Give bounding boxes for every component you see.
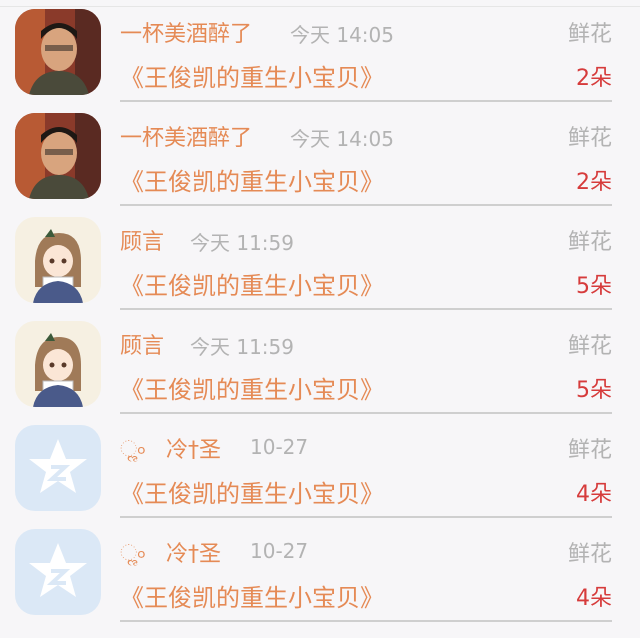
book-title[interactable]: 《王俊凯的重生小宝贝》 bbox=[120, 474, 384, 509]
gift-type-label: 鲜花 bbox=[567, 334, 612, 359]
timestamp: 今天 14:05 bbox=[290, 23, 394, 47]
sender-name[interactable]: 一杯美酒醉了 bbox=[120, 16, 252, 48]
sender-name[interactable]: 冷†圣 bbox=[166, 432, 221, 464]
avatar[interactable] bbox=[15, 217, 101, 303]
gift-count: 4朵 bbox=[576, 482, 612, 507]
avatar[interactable] bbox=[15, 425, 101, 511]
avatar[interactable] bbox=[15, 321, 101, 407]
timestamp: 今天 11:59 bbox=[190, 335, 294, 359]
timestamp: 今天 11:59 bbox=[190, 231, 294, 255]
book-title[interactable]: 《王俊凯的重生小宝贝》 bbox=[120, 370, 384, 405]
avatar[interactable] bbox=[15, 9, 101, 95]
anime-girl-icon bbox=[15, 321, 101, 407]
gift-count: 5朵 bbox=[576, 378, 612, 403]
list-item[interactable]: 一杯美酒醉了 今天 14:05 鲜花 《王俊凯的重生小宝贝》 2朵 bbox=[0, 104, 640, 208]
list-item[interactable]: 顾言 今天 11:59 鲜花 《王俊凯的重生小宝贝》 5朵 bbox=[0, 208, 640, 312]
gift-type-label: 鲜花 bbox=[567, 230, 612, 255]
avatar[interactable] bbox=[15, 529, 101, 615]
book-title[interactable]: 《王俊凯的重生小宝贝》 bbox=[120, 162, 384, 197]
sender-name[interactable]: 顾言 bbox=[120, 328, 164, 360]
divider bbox=[120, 412, 612, 414]
gift-type-label: 鲜花 bbox=[567, 22, 612, 47]
book-title[interactable]: 《王俊凯的重生小宝贝》 bbox=[120, 58, 384, 93]
qzone-star-icon bbox=[15, 425, 101, 511]
divider bbox=[120, 516, 612, 518]
list-item[interactable]: ૢ৹ 冷†圣 10-27 鲜花 《王俊凯的重生小宝贝》 4朵 bbox=[0, 416, 640, 520]
book-title[interactable]: 《王俊凯的重生小宝贝》 bbox=[120, 266, 384, 301]
list-item[interactable]: 一杯美酒醉了 今天 14:05 鲜花 《王俊凯的重生小宝贝》 2朵 bbox=[0, 0, 640, 104]
gift-count: 5朵 bbox=[576, 274, 612, 299]
gift-type-label: 鲜花 bbox=[567, 542, 612, 567]
name-decoration: ૢ৹ bbox=[120, 437, 147, 462]
timestamp: 今天 14:05 bbox=[290, 127, 394, 151]
avatar[interactable] bbox=[15, 113, 101, 199]
divider bbox=[120, 204, 612, 206]
qzone-star-icon bbox=[15, 529, 101, 615]
divider bbox=[120, 308, 612, 310]
gift-count: 4朵 bbox=[576, 586, 612, 611]
gift-type-label: 鲜花 bbox=[567, 126, 612, 151]
gift-type-label: 鲜花 bbox=[567, 438, 612, 463]
sender-name[interactable]: 一杯美酒醉了 bbox=[120, 120, 252, 152]
name-decoration: ૢ৹ bbox=[120, 541, 147, 566]
man-photo-icon bbox=[15, 9, 101, 95]
gift-count: 2朵 bbox=[576, 170, 612, 195]
gift-record-list: 一杯美酒醉了 今天 14:05 鲜花 《王俊凯的重生小宝贝》 2朵 一杯美酒醉了… bbox=[0, 0, 640, 638]
man-photo-icon bbox=[15, 113, 101, 199]
timestamp: 10-27 bbox=[250, 539, 309, 563]
gift-count: 2朵 bbox=[576, 66, 612, 91]
anime-girl-icon bbox=[15, 217, 101, 303]
divider bbox=[120, 620, 612, 622]
list-item[interactable]: ૢ৹ 冷†圣 10-27 鲜花 《王俊凯的重生小宝贝》 4朵 bbox=[0, 520, 640, 624]
sender-name[interactable]: 顾言 bbox=[120, 224, 164, 256]
list-item[interactable]: 顾言 今天 11:59 鲜花 《王俊凯的重生小宝贝》 5朵 bbox=[0, 312, 640, 416]
divider bbox=[120, 100, 612, 102]
book-title[interactable]: 《王俊凯的重生小宝贝》 bbox=[120, 578, 384, 613]
timestamp: 10-27 bbox=[250, 435, 309, 459]
sender-name[interactable]: 冷†圣 bbox=[166, 536, 221, 568]
